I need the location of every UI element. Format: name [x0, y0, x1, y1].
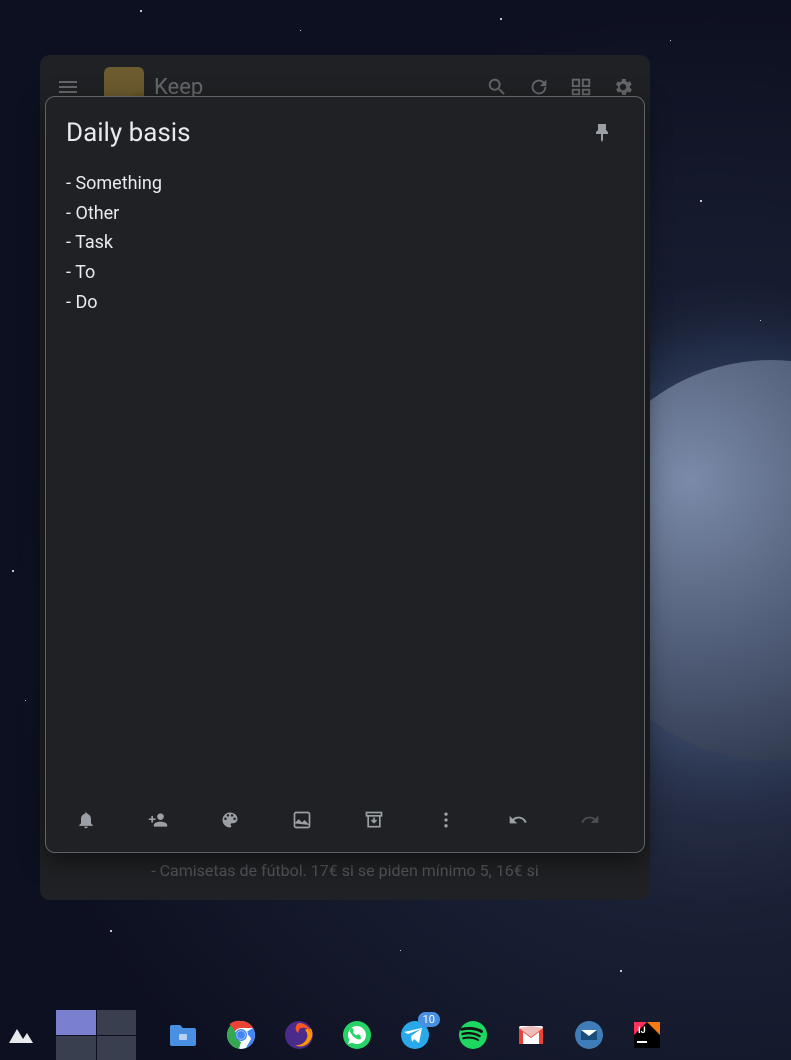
thunderbird-icon	[573, 1019, 605, 1051]
taskbar-apps: 10 IJ	[166, 1018, 664, 1052]
workspace-1[interactable]	[56, 1010, 96, 1035]
list-view-icon[interactable]	[570, 76, 592, 98]
spotify-icon	[457, 1019, 489, 1051]
chrome-icon	[225, 1019, 257, 1051]
telegram-badge: 10	[418, 1012, 440, 1027]
undo-button[interactable]	[496, 798, 540, 842]
undo-icon	[508, 810, 528, 830]
more-vert-icon	[436, 810, 456, 830]
settings-icon[interactable]	[612, 76, 634, 98]
app-launcher-button[interactable]	[6, 1023, 36, 1047]
note-editor-modal: Daily basis - Something - Other - Task -…	[45, 96, 645, 853]
note-body-input[interactable]: - Something - Other - Task - To - Do	[46, 163, 644, 792]
note-line: - Something	[66, 169, 624, 199]
add-image-button[interactable]	[280, 798, 324, 842]
files-app[interactable]	[166, 1018, 200, 1052]
taskbar: 10 IJ	[0, 1010, 791, 1060]
redo-icon	[580, 810, 600, 830]
archive-button[interactable]	[352, 798, 396, 842]
note-line: - Other	[66, 199, 624, 229]
workspace-switcher[interactable]	[56, 1010, 136, 1060]
intellij-app[interactable]: IJ	[630, 1018, 664, 1052]
whatsapp-icon	[341, 1019, 373, 1051]
folder-icon	[167, 1019, 199, 1051]
background-note-preview: - Camisetas de fútbol. 17€ si se piden m…	[40, 861, 650, 880]
reminder-icon	[76, 810, 96, 830]
palette-icon	[220, 810, 240, 830]
firefox-app[interactable]	[282, 1018, 316, 1052]
note-line: - To	[66, 258, 624, 288]
search-icon[interactable]	[486, 76, 508, 98]
spotify-app[interactable]	[456, 1018, 490, 1052]
chrome-app[interactable]	[224, 1018, 258, 1052]
collaborator-button[interactable]	[136, 798, 180, 842]
background-options-button[interactable]	[208, 798, 252, 842]
more-options-button[interactable]	[424, 798, 468, 842]
svg-text:IJ: IJ	[638, 1026, 646, 1036]
firefox-icon	[283, 1019, 315, 1051]
telegram-app[interactable]: 10	[398, 1018, 432, 1052]
workspace-3[interactable]	[56, 1036, 96, 1060]
refresh-icon[interactable]	[528, 76, 550, 98]
note-line: - Do	[66, 288, 624, 318]
image-icon	[292, 810, 312, 830]
pin-icon	[590, 121, 614, 145]
pin-button[interactable]	[580, 111, 624, 155]
thunderbird-app[interactable]	[572, 1018, 606, 1052]
intellij-icon: IJ	[631, 1019, 663, 1051]
mountains-icon	[7, 1025, 35, 1045]
gmail-app[interactable]	[514, 1018, 548, 1052]
workspace-4[interactable]	[97, 1036, 137, 1060]
whatsapp-app[interactable]	[340, 1018, 374, 1052]
note-header: Daily basis	[46, 97, 644, 163]
redo-button	[568, 798, 612, 842]
note-line: - Task	[66, 228, 624, 258]
note-title-input[interactable]: Daily basis	[66, 118, 580, 148]
note-toolbar	[46, 792, 644, 852]
gmail-icon	[515, 1019, 547, 1051]
workspace-2[interactable]	[97, 1010, 137, 1035]
person-add-icon	[148, 810, 168, 830]
remind-me-button[interactable]	[64, 798, 108, 842]
archive-icon	[364, 810, 384, 830]
